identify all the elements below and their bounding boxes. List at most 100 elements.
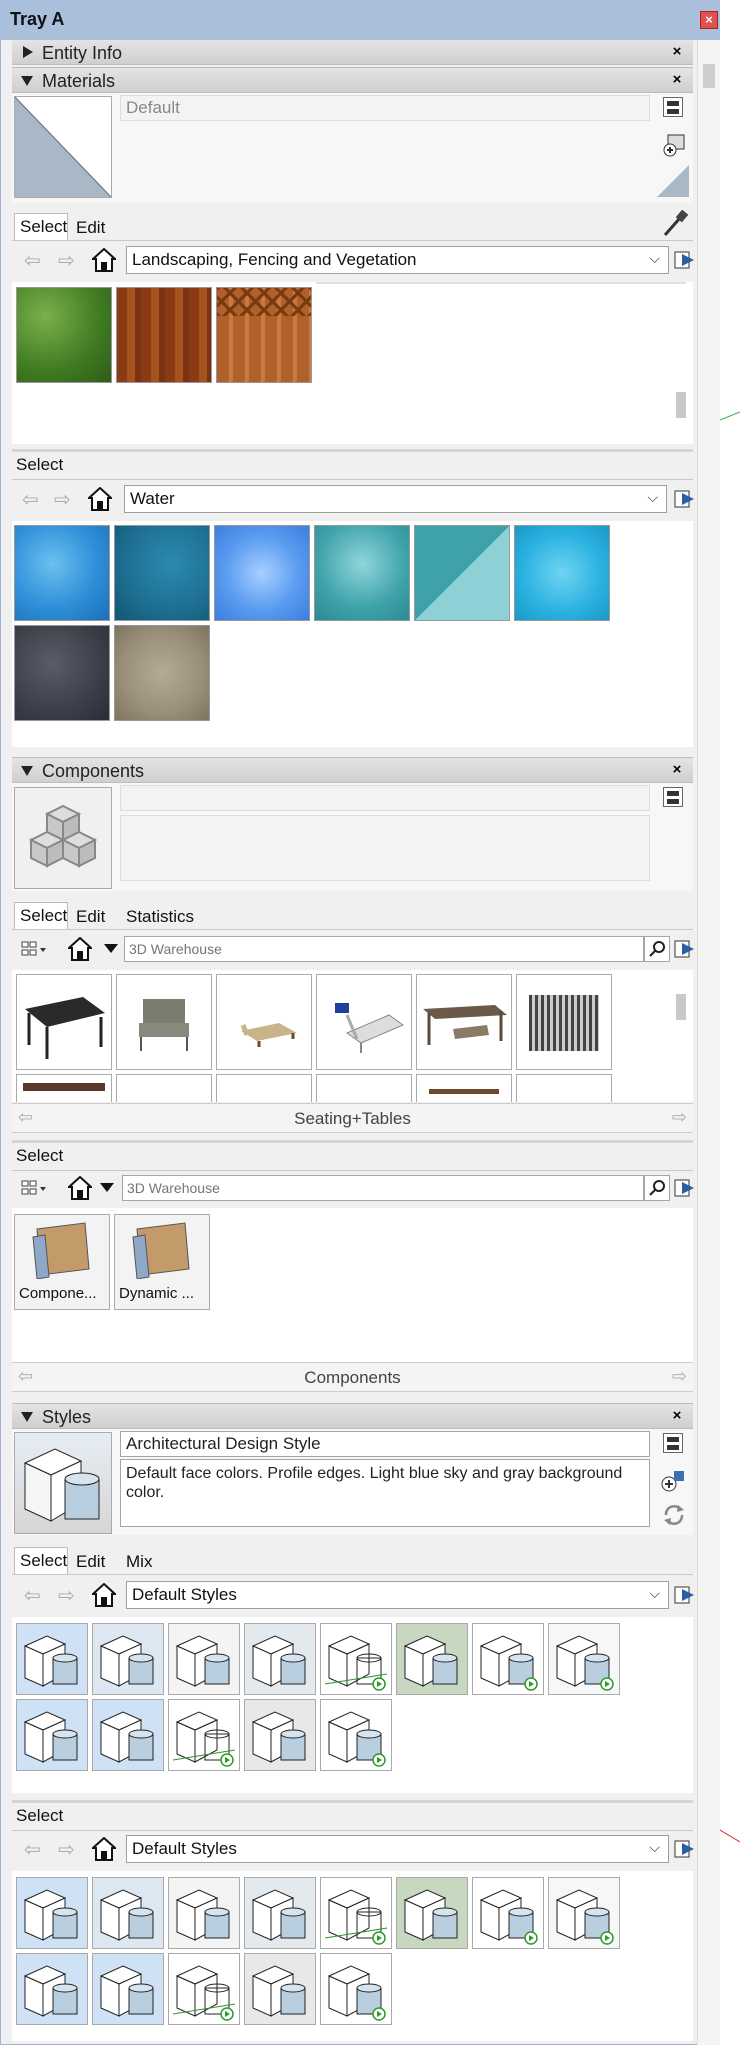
style-thumbnail[interactable] <box>168 1699 240 1771</box>
search-input[interactable] <box>124 936 644 962</box>
style-thumbnail[interactable] <box>92 1877 164 1949</box>
component-name-field[interactable] <box>120 785 650 811</box>
forward-arrow-icon[interactable]: ⇨ <box>58 1583 75 1608</box>
create-material-icon[interactable] <box>662 133 686 157</box>
home-icon[interactable] <box>90 247 118 272</box>
forward-arrow-icon[interactable]: ⇨ <box>672 1366 687 1387</box>
view-options-icon[interactable] <box>20 1177 48 1199</box>
style-thumbnail[interactable] <box>244 1953 316 2025</box>
material-swatch-water-4[interactable] <box>314 525 410 621</box>
component-thumb-row2-6[interactable] <box>516 1074 612 1102</box>
tab-edit[interactable]: Edit <box>72 905 122 929</box>
details-arrow-icon[interactable] <box>674 248 696 272</box>
material-swatch-water-1[interactable] <box>14 525 110 621</box>
style-description-field[interactable]: Default face colors. Profile edges. Ligh… <box>120 1459 650 1527</box>
style-thumbnail[interactable] <box>472 1877 544 1949</box>
search-icon[interactable] <box>644 1175 670 1201</box>
style-thumbnail[interactable] <box>168 1953 240 2025</box>
forward-arrow-icon[interactable]: ⇨ <box>58 1837 75 1862</box>
component-thumb-deckchair[interactable] <box>316 974 412 1070</box>
style-thumbnail[interactable] <box>320 1623 392 1695</box>
material-swatch-water-2[interactable] <box>114 525 210 621</box>
swatch-scrollbar-thumb[interactable] <box>676 392 686 418</box>
close-icon[interactable]: × <box>669 1408 685 1424</box>
style-thumbnail[interactable] <box>92 1623 164 1695</box>
tab-edit[interactable]: Edit <box>72 216 122 240</box>
tray-scrollbar[interactable] <box>697 40 720 2045</box>
home-icon[interactable] <box>86 486 114 511</box>
style-thumbnail[interactable] <box>16 1877 88 1949</box>
details-arrow-icon[interactable] <box>674 1837 696 1861</box>
style-thumbnail[interactable] <box>472 1623 544 1695</box>
style-thumbnail[interactable] <box>16 1623 88 1695</box>
materials-collection-dropdown[interactable]: Landscaping, Fencing and Vegetation ⌵ <box>126 246 669 274</box>
toggle-secondary-pane-icon[interactable] <box>663 97 683 117</box>
toggle-secondary-pane-icon[interactable] <box>663 787 683 807</box>
style-thumbnail[interactable] <box>168 1877 240 1949</box>
style-thumbnail[interactable] <box>92 1699 164 1771</box>
close-icon[interactable]: × <box>669 72 685 88</box>
style-thumbnail[interactable] <box>548 1623 620 1695</box>
style-thumbnail[interactable] <box>16 1953 88 2025</box>
home-dropdown-icon[interactable] <box>104 944 118 953</box>
material-swatch-wood[interactable] <box>116 287 212 383</box>
style-thumbnail[interactable] <box>320 1953 392 2025</box>
material-name-field[interactable]: Default <box>120 95 650 121</box>
tab-statistics[interactable]: Statistics <box>122 905 212 929</box>
component-thumb-row2-5[interactable] <box>416 1074 512 1102</box>
component-thumb-bench[interactable] <box>416 974 512 1070</box>
styles-collection-dropdown[interactable]: Default Styles ⌵ <box>126 1581 669 1609</box>
component-thumb-row2-1[interactable] <box>16 1074 112 1102</box>
tab-select[interactable]: Select <box>14 213 68 241</box>
back-arrow-icon[interactable]: ⇦ <box>24 1583 41 1608</box>
style-thumbnail[interactable] <box>396 1877 468 1949</box>
style-thumbnail[interactable] <box>92 1953 164 2025</box>
components-scrollbar-thumb[interactable] <box>676 994 686 1020</box>
details-arrow-icon[interactable] <box>674 937 696 961</box>
eyedropper-icon[interactable] <box>662 209 689 238</box>
search-input-2[interactable] <box>122 1175 644 1201</box>
style-name-field[interactable]: Architectural Design Style <box>120 1431 650 1457</box>
home-icon[interactable] <box>90 1582 118 1607</box>
material-swatch-water-5[interactable] <box>414 525 510 621</box>
component-thumb-row2-2[interactable] <box>116 1074 212 1102</box>
component-thumb-table[interactable] <box>16 974 112 1070</box>
details-arrow-icon[interactable] <box>674 487 696 511</box>
style-thumbnail[interactable] <box>244 1877 316 1949</box>
style-thumbnail[interactable] <box>320 1699 392 1771</box>
default-fill-icon[interactable] <box>657 165 689 197</box>
forward-arrow-icon[interactable]: ⇨ <box>54 487 71 512</box>
tray-scrollbar-thumb[interactable] <box>703 64 715 88</box>
style-thumbnail[interactable] <box>548 1877 620 1949</box>
details-arrow-icon[interactable] <box>674 1583 696 1607</box>
style-thumbnail[interactable] <box>244 1699 316 1771</box>
home-icon[interactable] <box>90 1836 118 1861</box>
material-swatch-water-6[interactable] <box>514 525 610 621</box>
forward-arrow-icon[interactable]: ⇨ <box>58 248 75 273</box>
back-arrow-icon[interactable]: ⇦ <box>22 487 39 512</box>
create-style-icon[interactable] <box>660 1467 686 1493</box>
materials-collection-dropdown-2[interactable]: Water ⌵ <box>124 485 667 513</box>
toggle-secondary-pane-icon[interactable] <box>663 1433 683 1453</box>
style-thumbnail[interactable] <box>320 1877 392 1949</box>
component-thumb-screen[interactable] <box>516 974 612 1070</box>
home-icon[interactable] <box>66 1175 94 1200</box>
materials-header[interactable]: Materials × <box>12 67 693 93</box>
splitter[interactable] <box>12 449 693 452</box>
back-arrow-icon[interactable]: ⇦ <box>24 1837 41 1862</box>
back-arrow-icon[interactable]: ⇦ <box>24 248 41 273</box>
style-thumbnail[interactable] <box>168 1623 240 1695</box>
tab-mix[interactable]: Mix <box>122 1550 172 1574</box>
component-thumb-row2-3[interactable] <box>216 1074 312 1102</box>
material-swatch-water-8[interactable] <box>114 625 210 721</box>
tab-edit[interactable]: Edit <box>72 1550 122 1574</box>
view-options-icon[interactable] <box>20 938 48 960</box>
home-icon[interactable] <box>66 936 94 961</box>
close-icon[interactable]: × <box>669 762 685 778</box>
entity-info-header[interactable]: Entity Info × <box>12 39 693 65</box>
folder-components[interactable]: Compone... <box>14 1214 110 1310</box>
forward-arrow-icon[interactable]: ⇨ <box>672 1107 687 1128</box>
material-swatch-fence[interactable] <box>216 287 312 383</box>
material-swatch-vegetation[interactable] <box>16 287 112 383</box>
splitter[interactable] <box>12 1800 693 1803</box>
